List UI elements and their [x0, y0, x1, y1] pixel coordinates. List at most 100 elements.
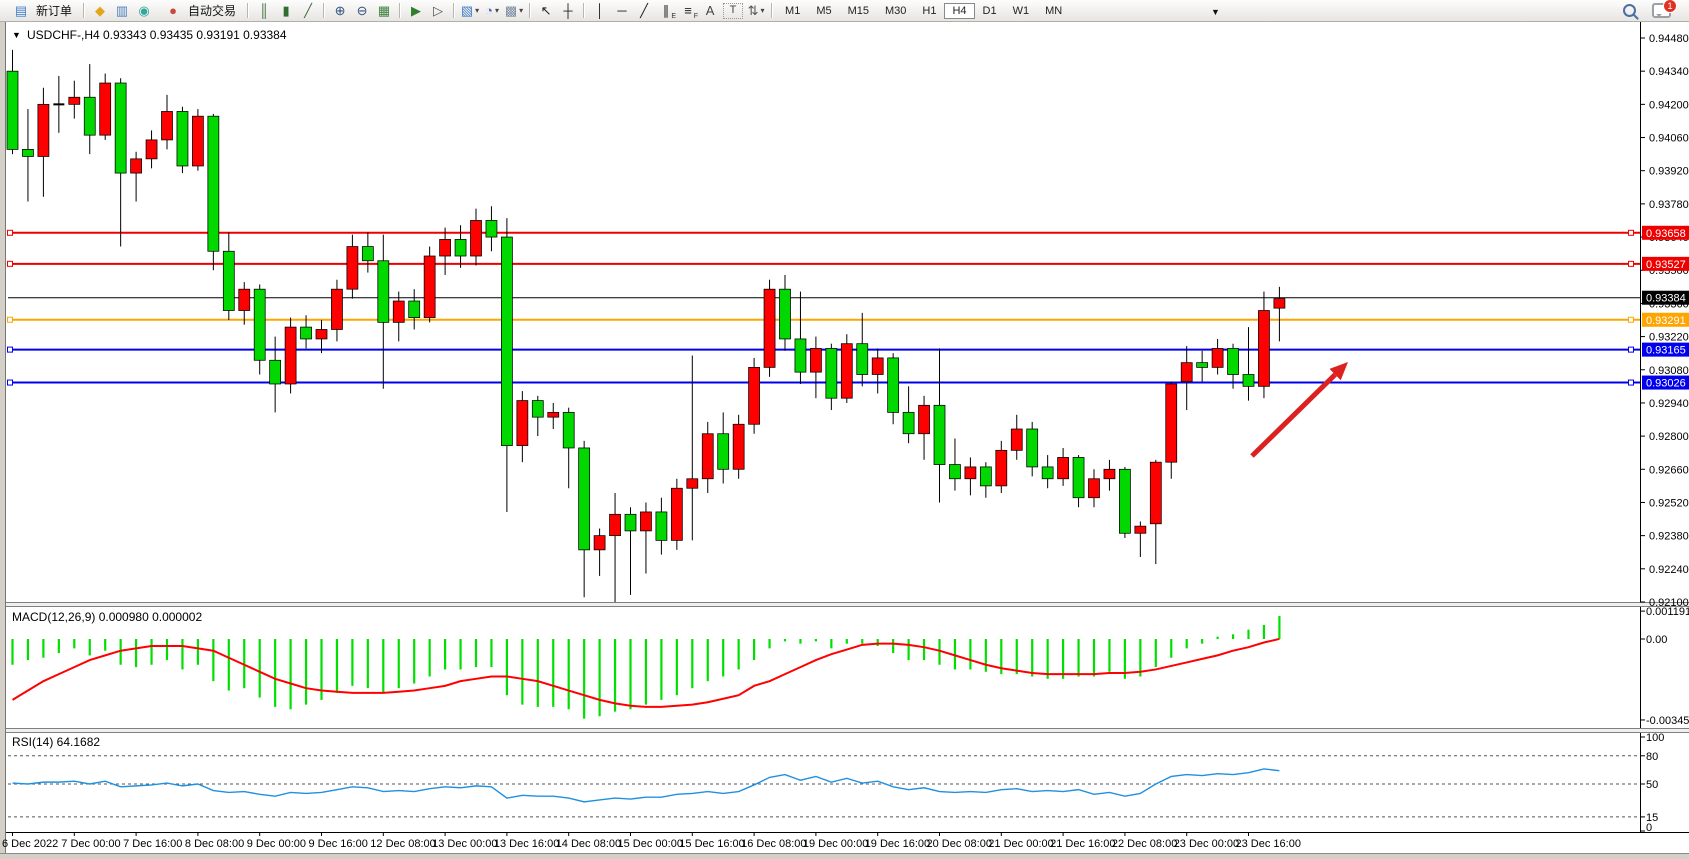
panel-splitter[interactable] — [6, 729, 1689, 733]
line-anchor — [8, 347, 13, 352]
candle[interactable] — [841, 334, 852, 403]
vertical-line-icon[interactable]: │ — [589, 2, 611, 20]
candle[interactable] — [285, 318, 296, 394]
line-anchor — [8, 317, 13, 322]
toolbar-overflow-icon[interactable]: ▼ — [1211, 7, 1220, 17]
notifications-icon[interactable]: 1 — [1652, 3, 1671, 18]
svg-text:0.92520: 0.92520 — [1649, 497, 1689, 509]
equidistant-channel-icon[interactable]: ∥E — [655, 2, 677, 20]
auto-scroll-icon[interactable]: ▶ — [405, 2, 427, 20]
timeframe-d1[interactable]: D1 — [975, 3, 1005, 19]
autotrading-button[interactable]: ●自动交易 — [155, 1, 243, 21]
toolbar-right-group: 1 — [1623, 3, 1671, 18]
candle[interactable] — [424, 247, 435, 323]
timeframe-m30[interactable]: M30 — [877, 3, 914, 19]
chart-title: ▼USDCHF-,H4 0.93343 0.93435 0.93191 0.93… — [12, 28, 287, 42]
chevron-down-icon[interactable]: ▾ — [495, 7, 499, 15]
timeframe-h4[interactable]: H4 — [944, 3, 974, 19]
svg-text:20 Dec 08:00: 20 Dec 08:00 — [927, 838, 992, 850]
svg-text:0.94200: 0.94200 — [1649, 99, 1689, 111]
trendline-icon-glyph: ╱ — [640, 4, 648, 17]
candle[interactable] — [733, 415, 744, 479]
timeframe-h1[interactable]: H1 — [914, 3, 944, 19]
panel-splitter[interactable] — [6, 603, 1689, 607]
svg-text:0.93165: 0.93165 — [1646, 345, 1686, 357]
line-anchor — [8, 261, 13, 266]
timeframe-mn[interactable]: MN — [1037, 3, 1070, 19]
new-order-button[interactable]: ▤新订单 — [3, 1, 79, 21]
svg-text:8 Dec 08:00: 8 Dec 08:00 — [185, 838, 244, 850]
line-anchor — [1629, 380, 1634, 385]
template-icon[interactable]: ▩▾ — [503, 2, 525, 20]
candle[interactable] — [671, 479, 682, 550]
bar-chart-icon[interactable]: ║ — [253, 2, 275, 20]
fibonacci-icon[interactable]: ≡F — [677, 2, 699, 20]
svg-text:6 Dec 2022: 6 Dec 2022 — [2, 838, 58, 850]
timeframe-w1[interactable]: W1 — [1005, 3, 1038, 19]
timeframe-m5[interactable]: M5 — [808, 3, 839, 19]
svg-text:0.93920: 0.93920 — [1649, 166, 1689, 178]
support-line-2-label: 0.93026 — [1642, 376, 1689, 390]
add-indicator-icon[interactable]: ▧▾ — [459, 2, 481, 20]
svg-text:21 Dec 00:00: 21 Dec 00:00 — [988, 838, 1053, 850]
svg-text:0.92800: 0.92800 — [1649, 431, 1689, 443]
chart-shift-icon[interactable]: ▷ — [427, 2, 449, 20]
bar-chart-icon-glyph: ║ — [259, 4, 268, 17]
svg-text:12 Dec 08:00: 12 Dec 08:00 — [370, 838, 435, 850]
search-icon[interactable] — [1623, 4, 1636, 17]
chevron-down-icon[interactable]: ▾ — [760, 7, 764, 15]
toolbar-separator — [771, 3, 773, 18]
candle[interactable] — [749, 358, 760, 434]
autotrading-button-label: 自动交易 — [188, 2, 236, 19]
chevron-down-icon[interactable]: ▾ — [519, 7, 523, 15]
candle[interactable] — [208, 114, 219, 270]
svg-text:0.92660: 0.92660 — [1649, 464, 1689, 476]
signals-icon[interactable]: ◉ — [133, 2, 155, 20]
svg-text:0.94340: 0.94340 — [1649, 66, 1689, 78]
text-icon[interactable]: A — [699, 2, 721, 20]
svg-text:0.93384: 0.93384 — [1646, 293, 1686, 305]
text-label-icon-glyph: T — [730, 5, 737, 16]
svg-text:23 Dec 00:00: 23 Dec 00:00 — [1174, 838, 1239, 850]
candle[interactable] — [177, 107, 188, 173]
trendline-icon[interactable]: ╱ — [633, 2, 655, 20]
candlestick-chart-icon[interactable]: ▮ — [275, 2, 297, 20]
svg-text:22 Dec 08:00: 22 Dec 08:00 — [1112, 838, 1177, 850]
candle[interactable] — [100, 74, 111, 140]
svg-text:0.001191: 0.001191 — [1646, 606, 1689, 618]
chevron-down-icon[interactable]: ▾ — [475, 7, 479, 15]
styler-icon[interactable]: ◆ — [89, 2, 111, 20]
toolbar-separator — [399, 3, 401, 18]
timeframe-m15[interactable]: M15 — [840, 3, 877, 19]
svg-text:0.92240: 0.92240 — [1649, 564, 1689, 576]
svg-text:13 Dec 00:00: 13 Dec 00:00 — [432, 838, 497, 850]
svg-text:21 Dec 16:00: 21 Dec 16:00 — [1050, 838, 1115, 850]
zoom-in-icon[interactable]: ⊕ — [329, 2, 351, 20]
crosshair-icon[interactable]: ┼ — [557, 2, 579, 20]
tile-windows-icon[interactable]: ▦ — [373, 2, 395, 20]
toolbar-separator — [83, 3, 85, 18]
line-chart-icon[interactable]: ╱ — [297, 2, 319, 20]
svg-text:100: 100 — [1646, 732, 1664, 744]
period-icon[interactable]: ◔▾ — [481, 2, 503, 20]
cursor-icon[interactable]: ↖ — [535, 2, 557, 20]
timeframe-m1[interactable]: M1 — [777, 3, 808, 19]
navigator-icon[interactable]: ▥ — [111, 2, 133, 20]
svg-text:0.92380: 0.92380 — [1649, 531, 1689, 543]
svg-text:0.93291: 0.93291 — [1646, 315, 1686, 327]
new-order-icon: ▤ — [10, 2, 32, 20]
pivot-line-orange-label: 0.93291 — [1642, 313, 1689, 327]
chart-canvas[interactable]: 0.944800.943400.942000.940600.939200.937… — [0, 0, 1689, 859]
candle[interactable] — [1119, 467, 1130, 538]
horizontal-line-icon[interactable]: ─ — [611, 2, 633, 20]
candle[interactable] — [192, 109, 203, 171]
arrows-icon[interactable]: ⇅▾ — [745, 2, 767, 20]
line-anchor — [1629, 230, 1634, 235]
svg-text:0.93026: 0.93026 — [1646, 378, 1686, 390]
svg-text:0.92940: 0.92940 — [1649, 398, 1689, 410]
candle[interactable] — [764, 280, 775, 377]
vertical-line-icon-glyph: │ — [596, 4, 604, 17]
svg-text:15 Dec 00:00: 15 Dec 00:00 — [618, 838, 683, 850]
zoom-out-icon[interactable]: ⊖ — [351, 2, 373, 20]
text-label-icon[interactable]: T — [723, 3, 743, 19]
